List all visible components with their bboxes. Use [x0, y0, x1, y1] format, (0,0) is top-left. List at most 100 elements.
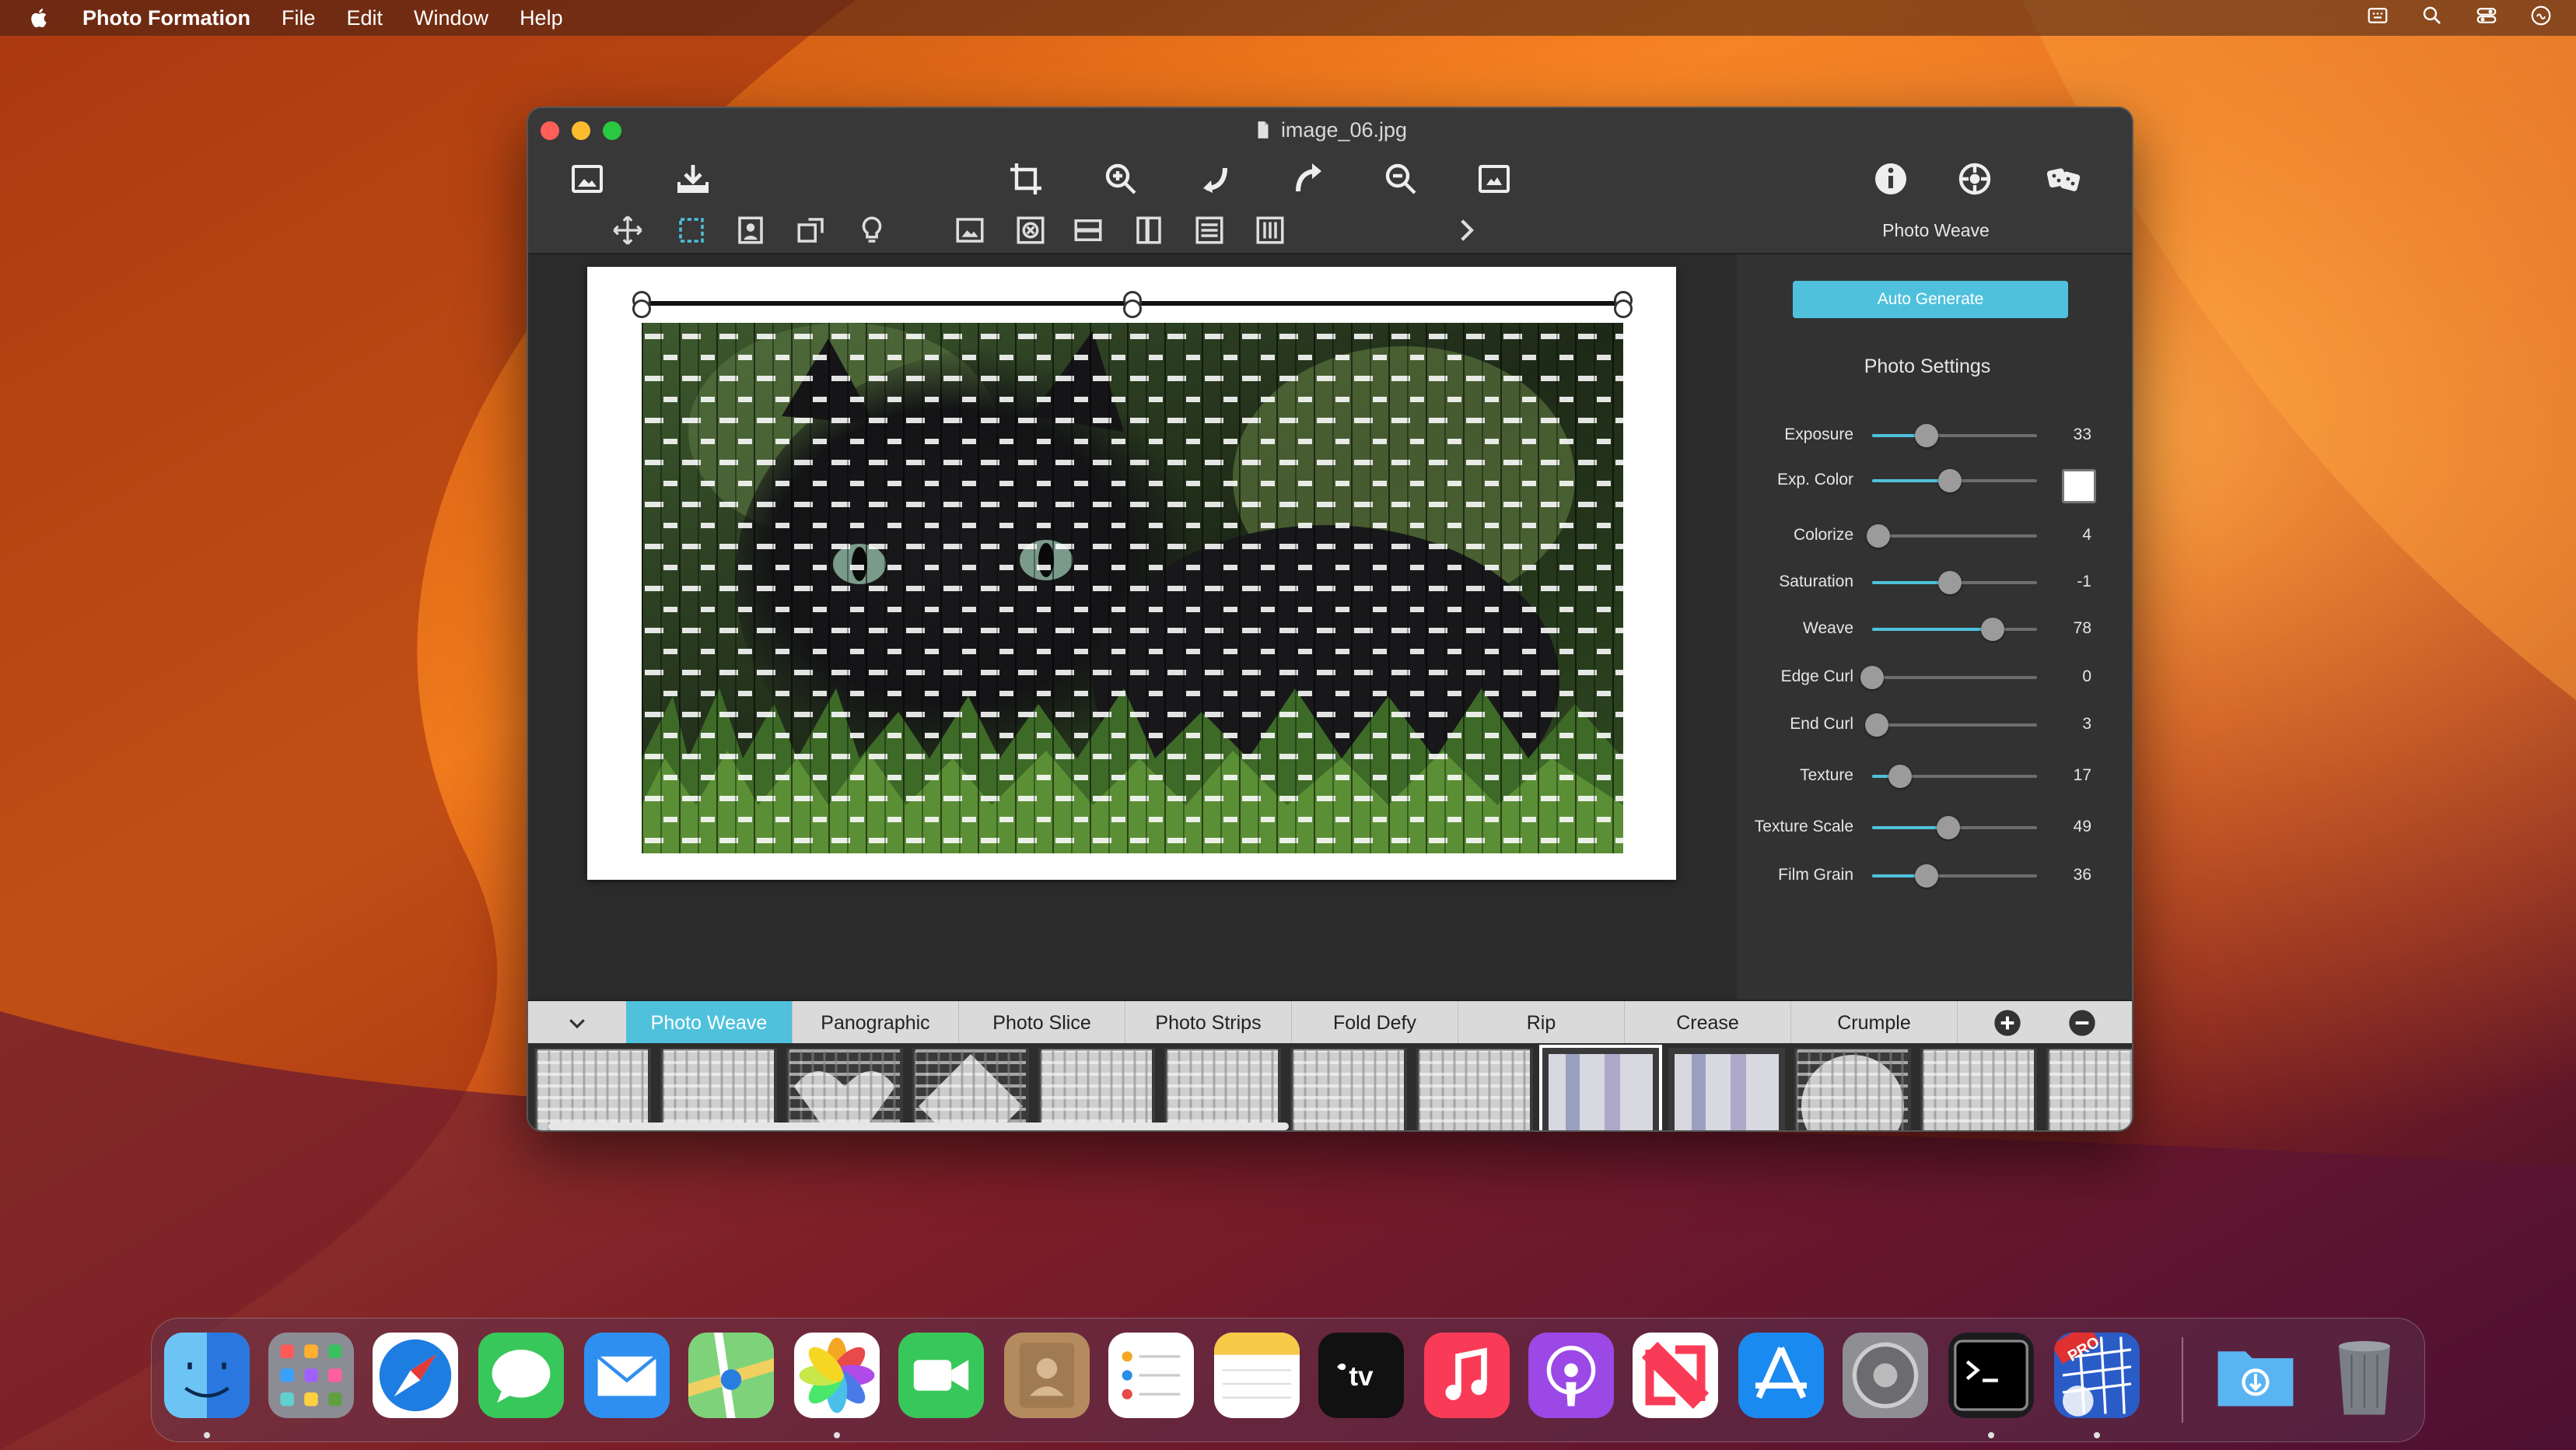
slider-track[interactable]	[1860, 666, 2037, 689]
minimize-window-button[interactable]	[572, 121, 590, 140]
preset-scrollbar[interactable]	[548, 1123, 1289, 1130]
dock-finder-icon[interactable]	[164, 1333, 250, 1418]
export-image-icon[interactable]	[671, 157, 715, 201]
slider-knob[interactable]	[1914, 864, 1938, 888]
settings-icon[interactable]	[1953, 157, 1997, 201]
zoom-in-icon[interactable]	[1099, 157, 1143, 201]
remove-preset-icon[interactable]	[2054, 1001, 2110, 1045]
zoom-window-button[interactable]	[603, 121, 621, 140]
preset-weave-01[interactable]	[534, 1048, 651, 1130]
siri-icon[interactable]	[2529, 4, 2553, 33]
randomize-dice-icon[interactable]	[2042, 157, 2085, 201]
dock-contacts-icon[interactable]	[1004, 1333, 1090, 1418]
dock-trash-icon[interactable]	[2322, 1333, 2407, 1418]
dock-maps-icon[interactable]	[688, 1333, 774, 1418]
slider-knob[interactable]	[1936, 816, 1960, 839]
preset-weave-1[interactable]	[2046, 1048, 2132, 1130]
dock-music-icon[interactable]	[1424, 1333, 1510, 1418]
vertical-split-icon[interactable]	[1130, 212, 1167, 249]
preset-weave-02[interactable]	[660, 1048, 777, 1130]
preset-weave-06[interactable]	[1164, 1048, 1281, 1130]
remove-layer-icon[interactable]	[1012, 212, 1049, 249]
add-preset-icon[interactable]	[1979, 1001, 2035, 1045]
slider-knob[interactable]	[1867, 524, 1891, 548]
rotate-left-icon[interactable]	[1194, 157, 1237, 201]
menu-app-name[interactable]: Photo Formation	[82, 6, 250, 30]
dock-downloads-icon[interactable]	[2213, 1333, 2298, 1418]
transform-tool-icon[interactable]	[793, 212, 830, 249]
dock-app-store-icon[interactable]	[1738, 1333, 1824, 1418]
tab-photo-strips[interactable]: Photo Strips	[1125, 1001, 1292, 1045]
dock-photo-formation-pro-icon[interactable]: PRO	[2054, 1333, 2140, 1418]
dock-system-settings-icon[interactable]	[1843, 1333, 1928, 1418]
woven-photo[interactable]	[642, 323, 1623, 853]
slider-knob[interactable]	[1937, 469, 1962, 492]
dock-launchpad-icon[interactable]	[268, 1333, 354, 1418]
slider-knob[interactable]	[1980, 618, 2004, 641]
slider-knob[interactable]	[1860, 666, 1884, 689]
slider-knob[interactable]	[1937, 571, 1962, 594]
rotate-right-icon[interactable]	[1287, 157, 1331, 201]
exposure-color-swatch[interactable]	[2062, 469, 2096, 503]
preset-weave-03[interactable]	[786, 1048, 903, 1130]
move-tool-icon[interactable]	[609, 212, 646, 249]
tab-panographic[interactable]: Panographic	[793, 1001, 959, 1045]
zoom-out-icon[interactable]	[1379, 157, 1423, 201]
portrait-tool-icon[interactable]	[732, 212, 769, 249]
select-tool-icon[interactable]	[673, 212, 710, 249]
info-icon[interactable]	[1869, 157, 1913, 201]
slider-track[interactable]	[1872, 816, 2037, 839]
slider-track[interactable]	[1872, 618, 2037, 641]
menu-file[interactable]: File	[282, 6, 316, 30]
selection-handle-left-lower[interactable]	[632, 299, 651, 318]
slider-knob[interactable]	[1914, 424, 1938, 447]
dock-facetime-icon[interactable]	[898, 1333, 984, 1418]
dock-messages-icon[interactable]	[478, 1333, 564, 1418]
preset-weave-11[interactable]	[1794, 1048, 1911, 1130]
dock-photos-icon[interactable]	[794, 1333, 880, 1418]
image-layer-icon[interactable]	[951, 212, 989, 249]
apple-icon[interactable]	[28, 5, 54, 31]
dock-notes-icon[interactable]	[1214, 1333, 1300, 1418]
menu-window[interactable]: Window	[414, 6, 488, 30]
fit-image-icon[interactable]	[1472, 157, 1516, 201]
keyboard-input-icon[interactable]	[2366, 4, 2389, 33]
tab-crumple[interactable]: Crumple	[1791, 1001, 1958, 1045]
horizontal-split-icon[interactable]	[1069, 212, 1107, 249]
dock-reminders-icon[interactable]	[1108, 1333, 1194, 1418]
preset-weave-10[interactable]	[1668, 1048, 1785, 1130]
dock-tv-icon[interactable]: tv	[1318, 1333, 1404, 1418]
dock-terminal-icon[interactable]	[1948, 1333, 2034, 1418]
collapse-chevron-icon[interactable]	[528, 1001, 626, 1045]
preset-weave-05[interactable]	[1038, 1048, 1155, 1130]
slider-track[interactable]	[1872, 469, 2037, 492]
dock-safari-icon[interactable]	[373, 1333, 458, 1418]
tab-fold-defy[interactable]: Fold Defy	[1292, 1001, 1458, 1045]
vertical-strips-icon[interactable]	[1251, 212, 1289, 249]
preset-weave-07[interactable]	[1290, 1048, 1407, 1130]
tab-rip[interactable]: Rip	[1458, 1001, 1625, 1045]
slider-track[interactable]	[1872, 765, 2037, 788]
crop-icon[interactable]	[1004, 157, 1048, 201]
tab-crease[interactable]: Crease	[1625, 1001, 1791, 1045]
preset-weave-09[interactable]	[1539, 1045, 1662, 1130]
selection-handle-right-lower[interactable]	[1614, 299, 1633, 318]
dock-news-icon[interactable]	[1633, 1333, 1718, 1418]
spotlight-search-icon[interactable]	[2420, 4, 2444, 33]
horizontal-strips-icon[interactable]	[1191, 212, 1228, 249]
slider-knob[interactable]	[1865, 713, 1889, 737]
slider-track[interactable]	[1872, 571, 2037, 594]
slider-track[interactable]	[1867, 524, 2037, 548]
tab-photo-weave[interactable]: Photo Weave	[626, 1001, 793, 1045]
tab-photo-slice[interactable]: Photo Slice	[959, 1001, 1125, 1045]
dock-podcasts-icon[interactable]	[1528, 1333, 1614, 1418]
dock-mail-icon[interactable]	[584, 1333, 670, 1418]
slider-track[interactable]	[1872, 864, 2037, 888]
preset-weave-12[interactable]	[1920, 1048, 2037, 1130]
chevron-right-icon[interactable]	[1447, 212, 1485, 249]
slider-track[interactable]	[1865, 713, 2037, 737]
slider-track[interactable]	[1872, 424, 2037, 447]
slider-knob[interactable]	[1888, 765, 1913, 788]
preset-weave-08[interactable]	[1416, 1048, 1533, 1130]
menu-help[interactable]: Help	[520, 6, 563, 30]
